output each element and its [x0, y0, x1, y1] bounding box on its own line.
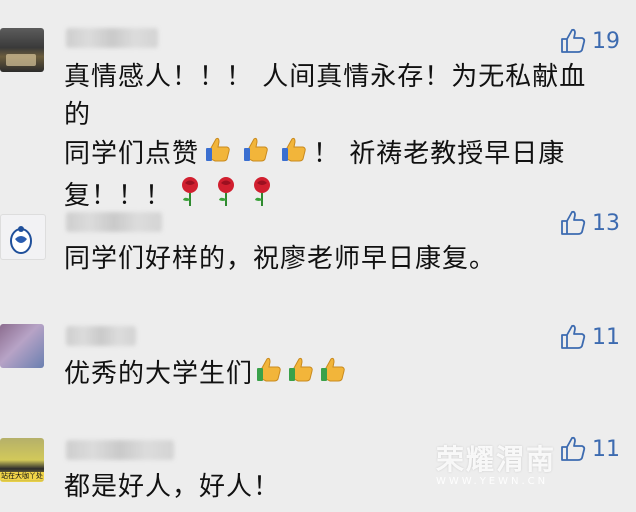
thumbs-up-emoji-icon [286, 354, 316, 395]
rose-emoji-icon [248, 175, 276, 218]
like-count: 19 [592, 28, 620, 54]
rose-emoji-icon [176, 175, 204, 218]
like-button[interactable]: 11 [560, 324, 620, 350]
thumbs-up-emoji-icon [279, 134, 309, 175]
like-button[interactable]: 11 [560, 436, 620, 462]
comment-text: 真情感人！！！ 人间真情永存！为无私献血的 同学们点赞！ 祈祷老教授早日康 复！… [64, 58, 596, 218]
commenter-name-blurred [66, 326, 136, 346]
comment-text: 优秀的大学生们 [64, 354, 596, 395]
like-button[interactable]: 13 [560, 210, 620, 236]
commenter-name-blurred [66, 440, 174, 460]
like-count: 13 [592, 210, 620, 236]
rose-emoji-icon [212, 175, 240, 218]
like-count: 11 [592, 436, 620, 462]
commenter-name-blurred [66, 212, 162, 232]
comment-text: 同学们好样的，祝廖老师早日康复。 [64, 244, 497, 274]
commenter-name-blurred [66, 28, 158, 48]
like-count: 11 [592, 324, 620, 350]
thumbs-up-emoji-icon [203, 134, 233, 175]
avatar[interactable] [0, 324, 44, 368]
thumbs-up-emoji-icon [254, 354, 284, 395]
thumbs-up-emoji-icon [241, 134, 271, 175]
thumbs-up-outline-icon [561, 436, 586, 461]
avatar-caption: 站在大咖丫处 [0, 472, 44, 480]
comment-text: 都是好人，好人！ [64, 472, 281, 502]
avatar[interactable]: 站在大咖丫处 [0, 438, 44, 482]
thumbs-up-outline-icon [561, 324, 586, 349]
avatar[interactable] [0, 28, 44, 72]
thumbs-up-outline-icon [561, 210, 586, 235]
thumbs-up-outline-icon [561, 28, 586, 53]
like-button[interactable]: 19 [560, 28, 620, 54]
thumbs-up-emoji-icon [318, 354, 348, 395]
avatar[interactable] [0, 214, 46, 260]
